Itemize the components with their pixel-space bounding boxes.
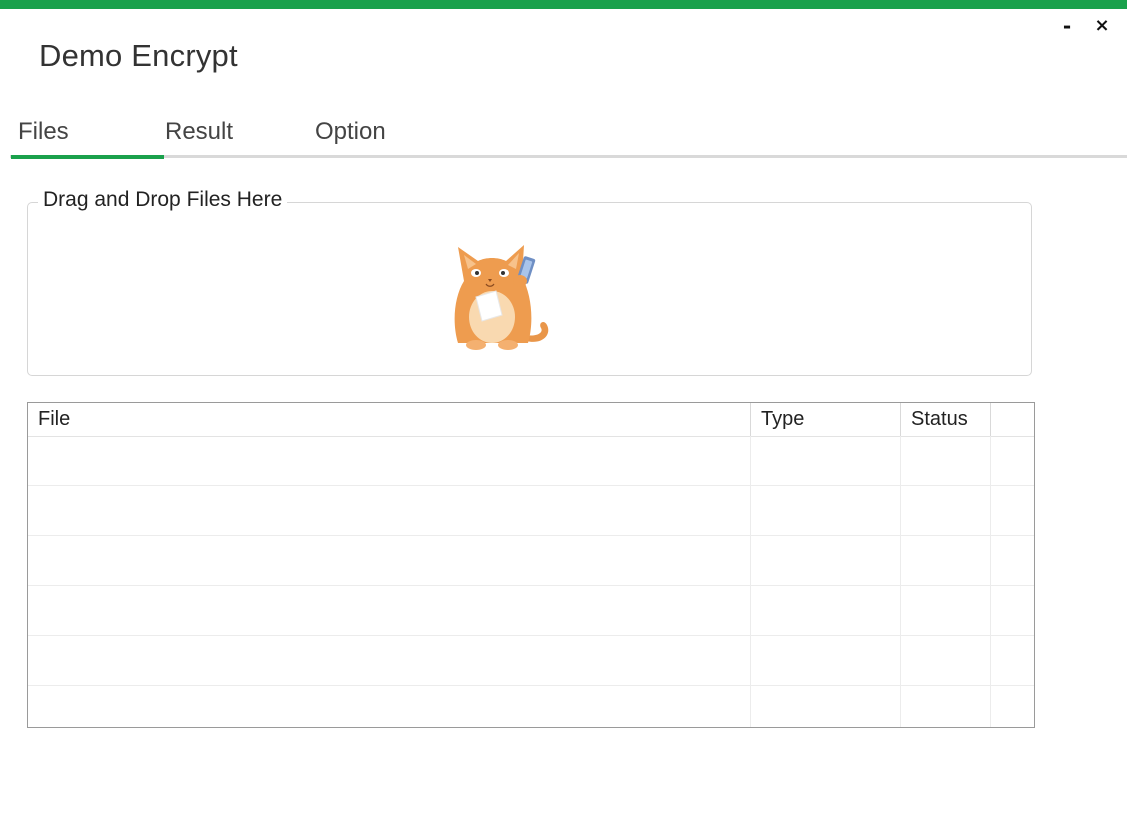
column-header-status[interactable]: Status [900,403,990,436]
active-tab-indicator [11,155,164,159]
drop-zone-label: Drag and Drop Files Here [38,188,288,212]
title-accent-bar [0,0,1127,9]
tab-result[interactable]: Result [165,118,233,156]
table-row[interactable] [28,486,1034,536]
column-header-file[interactable]: File [28,403,750,436]
table-row[interactable] [28,536,1034,586]
file-drop-zone[interactable]: Drag and Drop Files Here [27,188,1032,376]
minimize-button[interactable]: - [1056,12,1078,40]
table-row[interactable] [28,436,1034,486]
grid-header: File Type Status [28,403,1034,437]
app-window: - × Demo Encrypt Files Result Option Dra… [0,0,1127,833]
tab-files[interactable]: Files [18,118,69,156]
table-row[interactable] [28,586,1034,636]
column-header-type[interactable]: Type [750,403,900,436]
close-button[interactable]: × [1091,12,1113,40]
column-header-blank[interactable] [990,403,1034,436]
table-row[interactable] [28,686,1034,727]
cat-with-phone-icon [454,245,549,350]
tab-option[interactable]: Option [315,118,386,156]
tab-bar: Files Result Option [10,110,1127,160]
table-row[interactable] [28,636,1034,686]
app-title: Demo Encrypt [39,38,238,73]
file-list-grid[interactable]: File Type Status [27,402,1035,728]
